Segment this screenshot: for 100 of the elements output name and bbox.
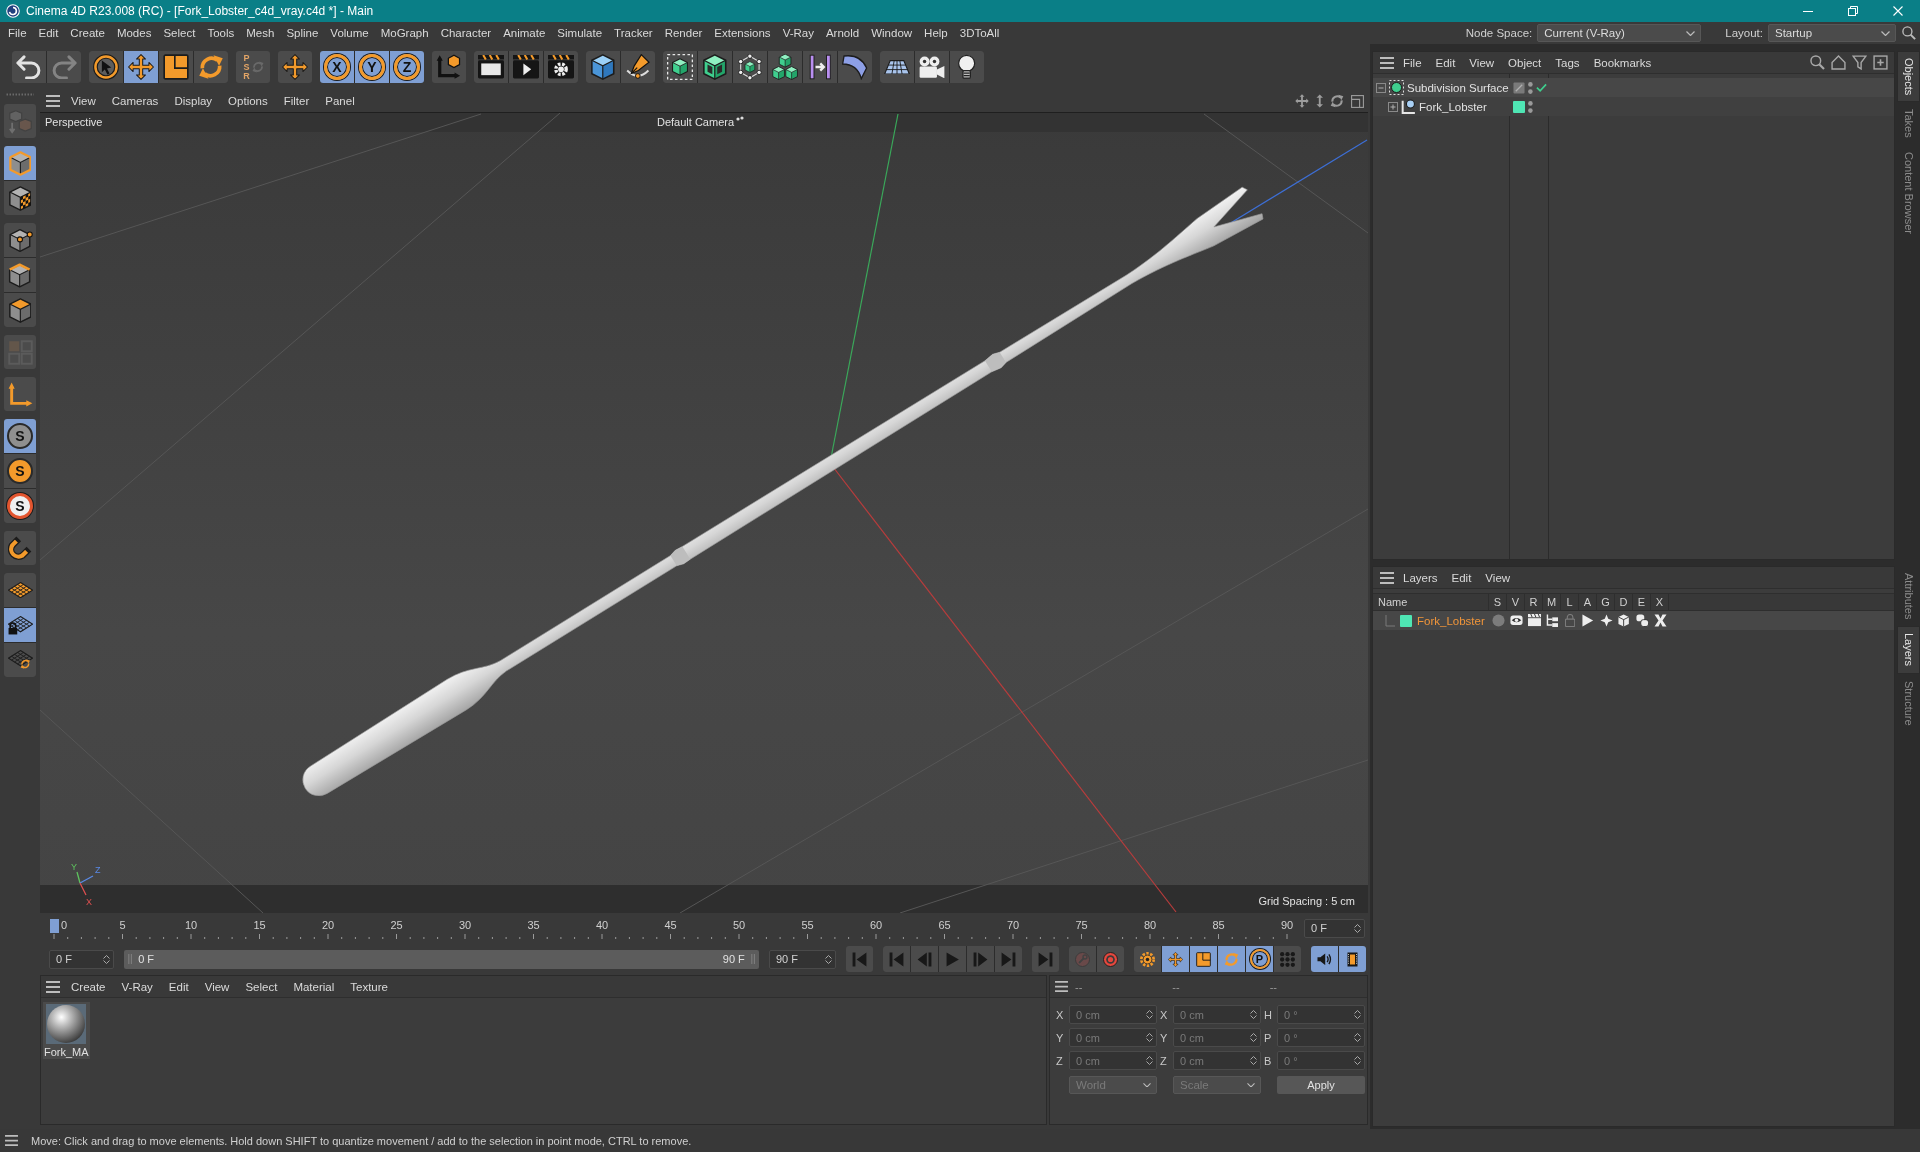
menu-item[interactable]: Simulate [557,27,603,39]
menu-item[interactable]: File [8,27,27,39]
render-button[interactable] [509,51,543,83]
menu-item[interactable]: Modes [116,27,152,39]
menu-item[interactable]: Extensions [714,27,771,39]
menu-item[interactable]: Select [245,980,278,993]
menu-icon[interactable] [5,1134,18,1147]
menu-item[interactable]: V-Ray [782,27,814,39]
grip-icon[interactable] [128,954,133,964]
menu-item[interactable]: Edit [38,27,59,39]
dock-tab[interactable]: Objects [1897,51,1920,103]
blocky-x-icon[interactable] [1653,614,1667,627]
fork-model[interactable] [302,186,1264,797]
menu-item[interactable]: Material [293,980,335,993]
menu-icon[interactable] [1380,571,1394,584]
array-button[interactable] [768,51,802,83]
menu-item[interactable]: Object [1508,56,1542,69]
texture-mode-button[interactable] [4,181,36,215]
pen-button[interactable] [621,51,655,83]
menu-item[interactable]: Help [924,27,948,39]
axis-lock-button[interactable]: X [320,51,354,83]
key-parameter-button[interactable]: P [1246,946,1273,972]
menu-item[interactable]: View [71,95,96,107]
plus-box-icon[interactable] [1388,101,1398,112]
box-icon[interactable] [1618,614,1630,627]
menu-item[interactable]: Tracker [614,27,653,39]
menu-item[interactable]: Mesh [246,27,275,39]
menu-item[interactable]: Render [664,27,703,39]
menu-item[interactable]: Create [70,27,105,39]
menu-item[interactable]: Arnold [825,27,860,39]
go-to-start-button[interactable] [846,946,873,972]
menu-item[interactable]: Display [174,95,213,107]
snap-button[interactable]: S [4,454,36,488]
menu-icon[interactable] [1055,980,1068,993]
column-header[interactable]: A [1579,594,1597,610]
column-header[interactable]: Name [1373,594,1489,610]
workplane-button[interactable] [4,573,36,607]
home-icon[interactable] [1831,55,1846,70]
column-header[interactable]: L [1561,594,1579,610]
snap-button[interactable]: S [4,489,36,523]
clapperboard-icon[interactable] [1527,614,1541,627]
extrude-button[interactable] [698,51,732,83]
rotate-icon[interactable] [1330,94,1344,108]
dock-tab[interactable]: Layers [1897,626,1920,674]
up-down-arrow-icon[interactable] [1315,94,1323,108]
dock-tab[interactable]: Structure [1897,673,1920,733]
edge-mode-button[interactable] [4,258,36,292]
filter-icon[interactable] [1852,55,1867,70]
search-icon[interactable] [1902,26,1916,40]
dot-icon[interactable] [1491,614,1505,627]
menu-item[interactable]: Edit [1435,56,1456,69]
menu-icon[interactable] [46,980,60,993]
start-frame-field[interactable]: 0 F [49,949,114,969]
menu-item[interactable]: Filter [283,95,310,107]
menu-item[interactable]: Tools [207,27,235,39]
menu-item[interactable]: Texture [350,980,388,993]
menu-item[interactable]: Cameras [111,95,159,107]
render-view-button[interactable] [474,51,508,83]
film-button[interactable] [1339,946,1366,972]
floor-button[interactable] [880,51,914,83]
dock-tab[interactable]: Takes [1897,102,1920,146]
menu-item[interactable]: Create [71,980,106,993]
snap-button[interactable]: S [4,419,36,453]
menu-item[interactable]: View [1469,56,1495,69]
menu-item[interactable]: File [1403,56,1422,69]
menu-item[interactable]: View [204,980,230,993]
menu-item[interactable]: Bookmarks [1593,56,1652,69]
menu-item[interactable]: Character [440,27,492,39]
visibility-dots-icon[interactable] [1528,100,1533,113]
column-header[interactable]: X [1651,594,1669,610]
layer-row[interactable]: Fork_Lobster [1373,611,1894,630]
symmetry-button[interactable] [803,51,837,83]
menu-item[interactable]: Window [871,27,913,39]
star-shape-icon[interactable] [1599,614,1613,627]
model-mode-button[interactable] [4,146,36,180]
dock-tab[interactable]: Content Browser [1897,145,1920,241]
split-square-icon[interactable] [1351,94,1364,108]
column-header[interactable]: D [1615,594,1633,610]
cube-button[interactable] [586,51,620,83]
point-mode-button[interactable] [4,223,36,257]
workplane-lock-button[interactable] [4,608,36,642]
column-header[interactable]: R [1525,594,1543,610]
square-plus-icon[interactable] [1873,55,1888,70]
menu-item[interactable]: Animate [503,27,546,39]
menu-item[interactable]: MoGraph [380,27,429,39]
magnet-button[interactable] [4,531,36,565]
check-icon[interactable] [1535,82,1547,93]
playhead[interactable] [49,919,59,933]
menu-item[interactable]: Tags [1555,56,1580,69]
menu-item[interactable]: V-Ray [121,980,153,993]
frame-range-selector[interactable]: 0 F 90 F [124,949,759,969]
menu-item[interactable]: Options [228,95,268,107]
menu-item[interactable]: Edit [168,980,189,993]
select-tool-button[interactable] [89,51,123,83]
grip-icon[interactable] [750,954,755,964]
column-header[interactable]: M [1543,594,1561,610]
menu-item[interactable]: Volume [330,27,369,39]
menu-item[interactable]: Edit [1451,571,1472,584]
column-header[interactable]: S [1489,594,1507,610]
column-header[interactable]: V [1507,594,1525,610]
